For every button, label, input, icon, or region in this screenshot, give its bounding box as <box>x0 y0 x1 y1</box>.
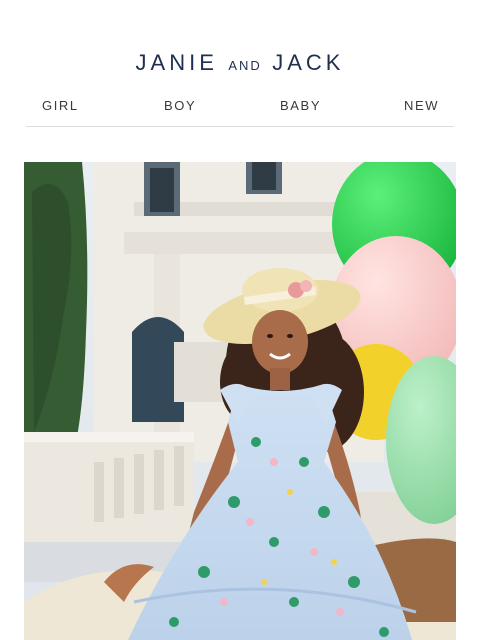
hero-illustration <box>24 162 456 640</box>
header-divider <box>26 126 454 127</box>
site-header: JANIE AND JACK GIRL BOY BABY NEW <box>0 0 480 130</box>
nav-item-baby[interactable]: BABY <box>280 98 321 113</box>
brand-logo[interactable]: JANIE AND JACK <box>0 50 480 76</box>
brand-word-jack: JACK <box>272 50 345 75</box>
main-nav: GIRL BOY BABY NEW <box>0 98 480 118</box>
hero-image[interactable] <box>24 162 456 640</box>
nav-item-boy[interactable]: BOY <box>164 98 196 113</box>
nav-item-new[interactable]: NEW <box>404 98 439 113</box>
brand-word-janie: JANIE <box>135 50 218 75</box>
brand-word-and: AND <box>228 58 262 73</box>
nav-item-girl[interactable]: GIRL <box>42 98 79 113</box>
